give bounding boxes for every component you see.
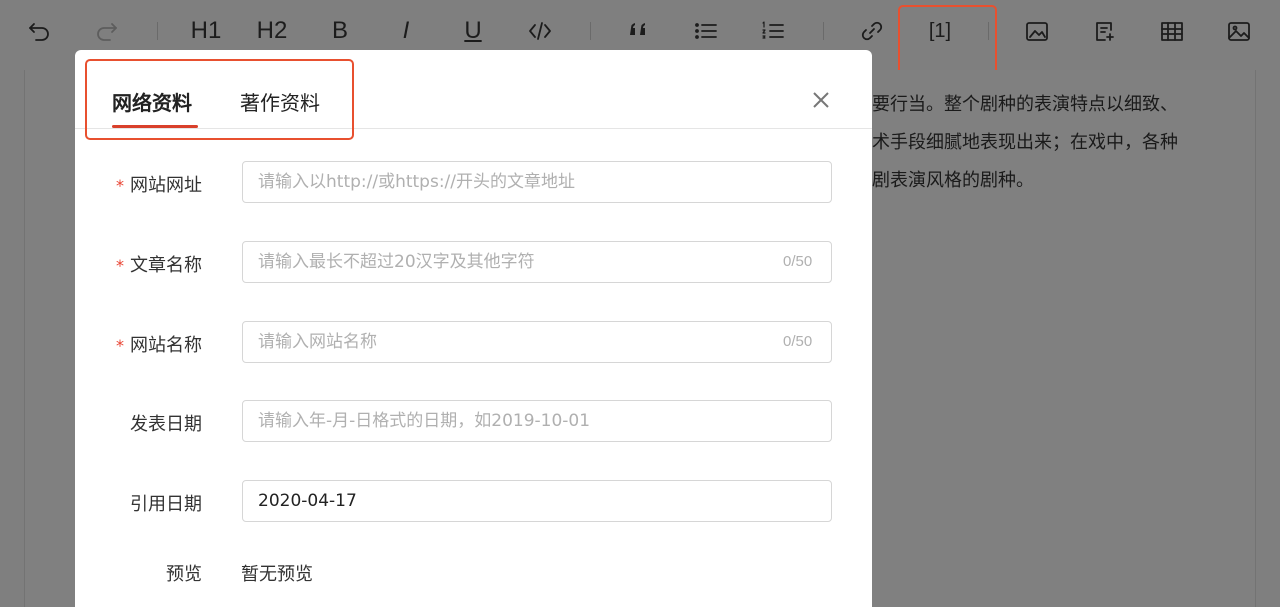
gallery-icon[interactable] (1017, 12, 1057, 50)
site-name-label: * 网站名称 (116, 335, 202, 356)
quote-icon[interactable] (619, 12, 659, 50)
required-mark: * (116, 256, 124, 275)
heading1-label: H1 (190, 17, 222, 44)
heading2-label: H2 (256, 17, 288, 44)
close-icon[interactable] (809, 88, 833, 112)
required-mark: * (116, 336, 124, 355)
table-icon[interactable] (1152, 12, 1192, 50)
site-url-input[interactable] (242, 161, 832, 203)
insert-note-icon[interactable] (1085, 12, 1125, 50)
required-mark: * (116, 176, 124, 195)
numbered-list-icon[interactable] (753, 12, 793, 50)
document-line: 术手段细腻地表现出来；在戏中，各种 (872, 132, 1178, 153)
site-url-row: * 网站网址 (75, 161, 872, 203)
article-name-counter: 0/50 (783, 253, 813, 270)
link-icon[interactable] (852, 12, 892, 50)
tabs-highlight (85, 59, 354, 140)
underline-label: U (464, 17, 482, 44)
article-name-label: * 文章名称 (116, 255, 202, 276)
site-url-label: * 网站网址 (116, 175, 202, 196)
site-name-counter: 0/50 (783, 333, 813, 350)
publish-date-input[interactable] (242, 400, 832, 442)
cite-date-row: 引用日期 (75, 480, 872, 522)
bold-label: B (331, 17, 348, 44)
heading2-button[interactable]: H2 (252, 12, 292, 50)
publish-date-row: 发表日期 (75, 400, 872, 442)
code-icon[interactable] (520, 12, 560, 50)
site-name-input[interactable] (242, 321, 832, 363)
document-line: 剧表演风格的剧种。 (872, 170, 1034, 191)
publish-date-label: 发表日期 (130, 414, 202, 435)
document-line: 要行当。整个剧种的表演特点以细致、 (872, 94, 1178, 115)
site-name-row: *网站名称 0/50 (75, 321, 872, 363)
preview-label: 预览 (166, 564, 202, 585)
article-name-input[interactable] (242, 241, 832, 283)
bullet-list-icon[interactable] (686, 12, 726, 50)
undo-icon[interactable] (19, 12, 59, 50)
cite-date-label: 引用日期 (130, 494, 202, 515)
image-icon[interactable] (1219, 12, 1259, 50)
italic-label: I (402, 17, 410, 44)
article-name-row: *文章名称 0/50 (75, 241, 872, 283)
document-text: 要行当。整个剧种的表演特点以细致、 术手段细腻地表现出来；在戏中，各种 剧表演风… (872, 86, 1252, 200)
heading1-button[interactable]: H1 (186, 12, 226, 50)
underline-button[interactable]: U (453, 12, 493, 50)
italic-button[interactable]: I (386, 12, 426, 50)
redo-icon[interactable] (87, 12, 127, 50)
cite-date-input[interactable] (242, 480, 832, 522)
bold-button[interactable]: B (320, 12, 360, 50)
preview-value: 暂无预览 (241, 564, 313, 585)
